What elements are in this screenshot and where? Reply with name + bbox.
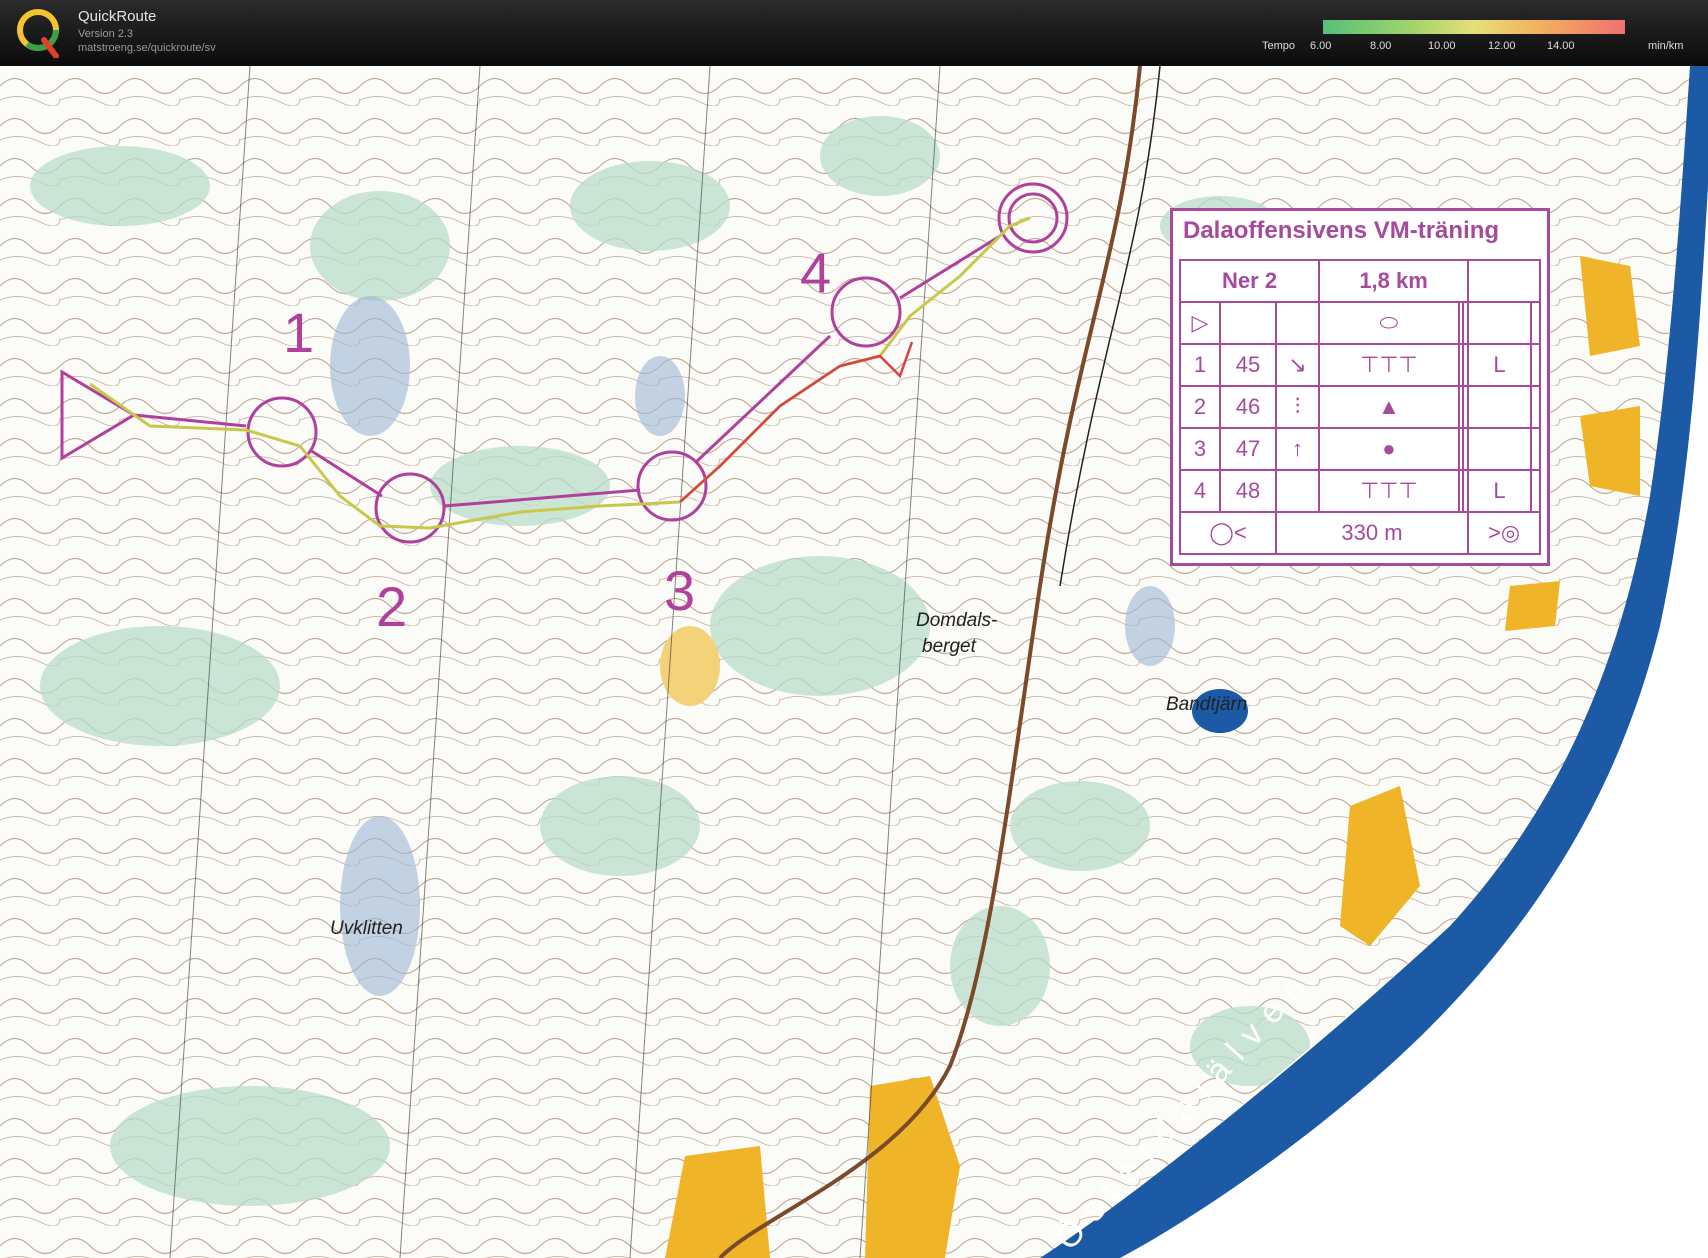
knoll-feature-icon: ●	[1318, 427, 1460, 471]
app-url[interactable]: matstroeng.se/quickroute/sv	[78, 42, 216, 54]
control-number-1: 1	[283, 301, 314, 364]
legend-header-empty	[1467, 259, 1541, 303]
app-version: Version 2.3	[78, 28, 134, 40]
place-name-domdalsberget-2: berget	[922, 636, 977, 657]
legend-length: 1,8 km	[1318, 259, 1470, 303]
place-name-bandtjarn: Bandtjärn	[1166, 694, 1247, 715]
legend-control-row: 3 47 ↑ ●	[1179, 427, 1541, 471]
control-code: 48	[1218, 469, 1277, 513]
tempo-tick: 6.00	[1310, 40, 1332, 52]
finish-from-control-icon: ◯<	[1179, 511, 1277, 555]
tempo-tick: 8.00	[1370, 40, 1392, 52]
control-number-3: 3	[664, 559, 695, 622]
tempo-tick: 14.00	[1547, 40, 1575, 52]
control-description-sheet: Dalaoffensivens VM-träning Ner 2 1,8 km …	[1170, 208, 1550, 566]
tempo-unit: min/km	[1648, 40, 1684, 52]
app-title: QuickRoute	[78, 8, 157, 25]
legend-start-row: ▷ ⬭	[1179, 301, 1541, 345]
tempo-tick: 12.00	[1488, 40, 1516, 52]
position-icon: L	[1467, 469, 1533, 513]
legend-finish-row: ◯< 330 m >◎	[1179, 511, 1541, 555]
control-code: 45	[1218, 343, 1277, 387]
between-icon: ⫶	[1274, 385, 1321, 429]
direction-icon	[1274, 469, 1321, 513]
cliff-feature-icon: ⊤⊤⊤	[1318, 469, 1460, 513]
legend-class: Ner 2	[1178, 259, 1321, 303]
control-num: 1	[1179, 343, 1221, 387]
control-code: 46	[1218, 385, 1277, 429]
legend-control-row: 2 46 ⫶ ▲	[1179, 385, 1541, 429]
start-feature-icon: ⬭	[1318, 301, 1460, 345]
direction-icon: ↘	[1274, 343, 1321, 387]
tempo-tick: 10.00	[1428, 40, 1456, 52]
tempo-label: Tempo	[1262, 40, 1296, 52]
legend-control-row: 1 45 ↘ ⊤⊤⊤ L	[1179, 343, 1541, 387]
control-number-4: 4	[800, 241, 831, 304]
place-name-uvklitten: Uvklitten	[330, 918, 403, 939]
position-icon: L	[1467, 343, 1533, 387]
finish-distance: 330 m	[1274, 511, 1470, 555]
legend-header-row: Ner 2 1,8 km	[1178, 259, 1541, 303]
control-num: 3	[1179, 427, 1221, 471]
cliff-feature-icon: ⊤⊤⊤	[1318, 343, 1460, 387]
control-num: 2	[1179, 385, 1221, 429]
tempo-color-scale	[1323, 20, 1625, 34]
start-symbol-icon: ▷	[1179, 301, 1221, 345]
app-header: QuickRoute Version 2.3 matstroeng.se/qui…	[0, 0, 1708, 66]
control-description-table: Ner 2 1,8 km ▷ ⬭ 1 45 ↘ ⊤⊤⊤ L 2 46 ⫶ ▲ 3	[1178, 259, 1541, 555]
legend-title: Dalaoffensivens VM-träning	[1183, 217, 1500, 244]
legend-control-row: 4 48 ⊤⊤⊤ L	[1179, 469, 1541, 513]
finish-symbol-icon: >◎	[1467, 511, 1541, 555]
control-num: 4	[1179, 469, 1221, 513]
control-code: 47	[1218, 427, 1277, 471]
control-number-2: 2	[376, 575, 407, 638]
place-name-domdalsberget-1: Domdals-	[916, 610, 997, 631]
boulder-feature-icon: ▲	[1318, 385, 1460, 429]
north-arrow-icon: ↑	[1274, 427, 1321, 471]
quickroute-logo-icon	[17, 9, 59, 58]
